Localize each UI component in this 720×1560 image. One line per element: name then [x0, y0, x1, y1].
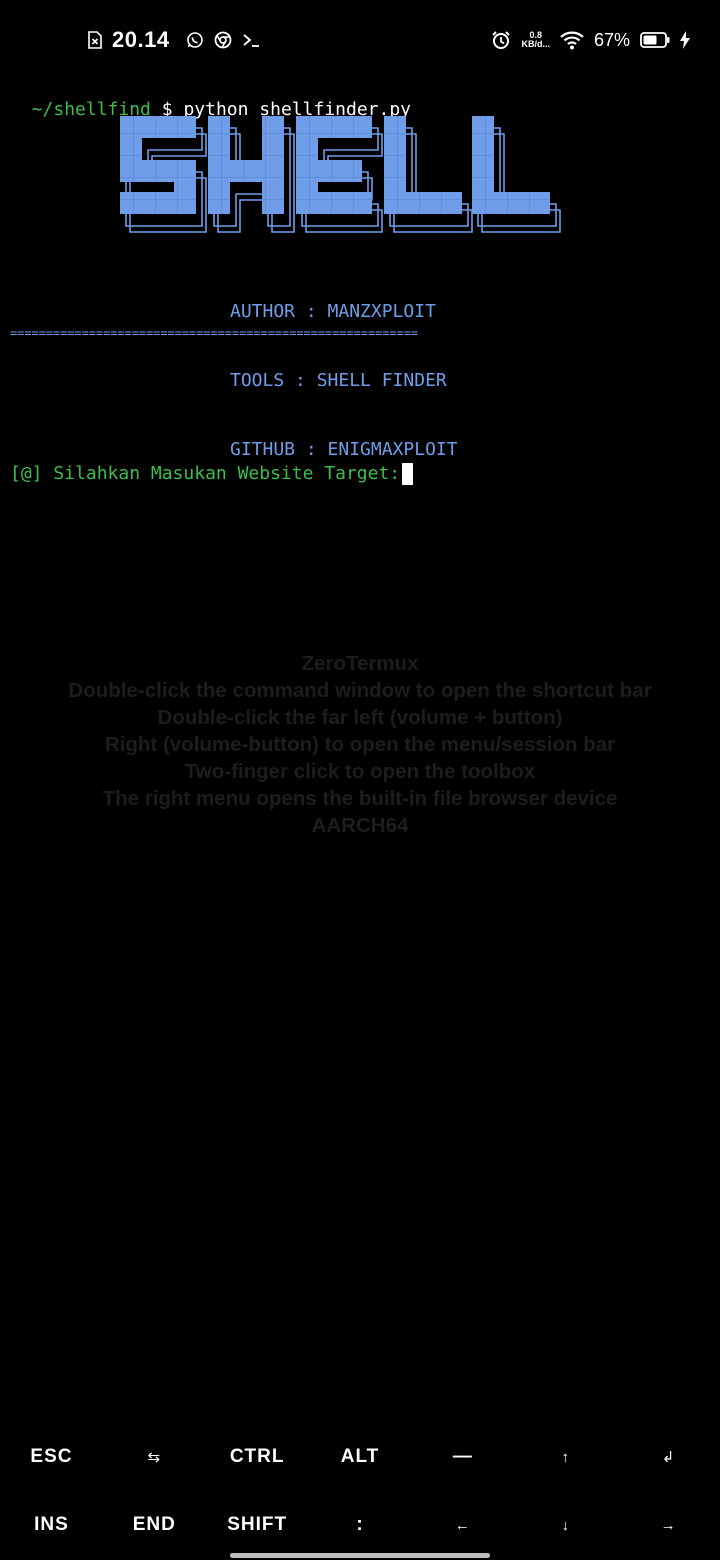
esc-key[interactable]: ESC — [0, 1424, 103, 1490]
shell-banner-logo — [120, 116, 561, 233]
github-line: GITHUB : ENIGMAXPLOIT — [230, 439, 458, 460]
extra-keys-row-2: INS END SHIFT : ← ↓ → — [0, 1492, 720, 1558]
hint-line: Right (volume-button) to open the menu/s… — [104, 733, 616, 756]
hint-line: Two-finger click to open the toolbox — [184, 760, 536, 783]
hint-title: ZeroTermux — [301, 652, 419, 675]
author-line: AUTHOR : MANZXPLOIT — [230, 301, 436, 322]
right-arrow-key[interactable]: → — [617, 1492, 720, 1558]
whatsapp-icon — [186, 31, 204, 49]
separator-line: ========================================… — [10, 326, 419, 340]
dash-key[interactable]: — — [411, 1424, 514, 1490]
target-input-line[interactable]: [@] Silahkan Masukan Website Target: — [10, 460, 414, 488]
chrome-icon — [214, 31, 232, 49]
shift-key[interactable]: SHIFT — [206, 1492, 309, 1558]
network-speed: 0.8 KB/d... — [521, 31, 550, 49]
status-bar-right: 0.8 KB/d... 67% — [491, 26, 690, 54]
tab-key[interactable]: ⇆ — [103, 1424, 206, 1490]
terminal-icon — [242, 31, 260, 49]
zerotermux-hint-overlay: ZeroTermux Double-click the command wind… — [0, 650, 720, 839]
charging-icon — [680, 31, 690, 49]
enter-key[interactable]: ↲ — [617, 1424, 720, 1490]
banner-info: AUTHOR : MANZXPLOIT TOOLS : SHELL FINDER… — [230, 254, 458, 484]
colon-key[interactable]: : — [309, 1492, 412, 1558]
status-bar: 20.14 0.8 KB/d... 67% — [0, 0, 720, 78]
home-indicator[interactable] — [230, 1553, 490, 1558]
status-bar-left: 20.14 — [88, 26, 260, 54]
battery-icon — [640, 31, 670, 49]
hint-line: Double-click the far left (volume + butt… — [157, 706, 563, 729]
alt-key[interactable]: ALT — [309, 1424, 412, 1490]
sim-alert-icon — [88, 31, 102, 49]
network-speed-unit: KB/d... — [521, 39, 550, 49]
down-arrow-key[interactable]: ↓ — [514, 1492, 617, 1558]
ctrl-key[interactable]: CTRL — [206, 1424, 309, 1490]
tools-line: TOOLS : SHELL FINDER — [230, 370, 447, 391]
up-arrow-key[interactable]: ↑ — [514, 1424, 617, 1490]
extra-keys-row-1: ESC ⇆ CTRL ALT — ↑ ↲ — [0, 1424, 720, 1490]
hint-line: Double-click the command window to open … — [68, 679, 652, 702]
ins-key[interactable]: INS — [0, 1492, 103, 1558]
input-prompt-text: [@] Silahkan Masukan Website Target: — [10, 463, 401, 484]
clock: 20.14 — [112, 27, 170, 52]
hint-arch: AARCH64 — [311, 814, 409, 837]
end-key[interactable]: END — [103, 1492, 206, 1558]
hint-line: The right menu opens the built-in file b… — [102, 787, 618, 810]
battery-percent: 67% — [593, 29, 630, 50]
alarm-icon — [491, 30, 511, 50]
wifi-icon — [560, 30, 584, 50]
left-arrow-key[interactable]: ← — [411, 1492, 514, 1558]
terminal-cursor[interactable] — [402, 463, 414, 485]
